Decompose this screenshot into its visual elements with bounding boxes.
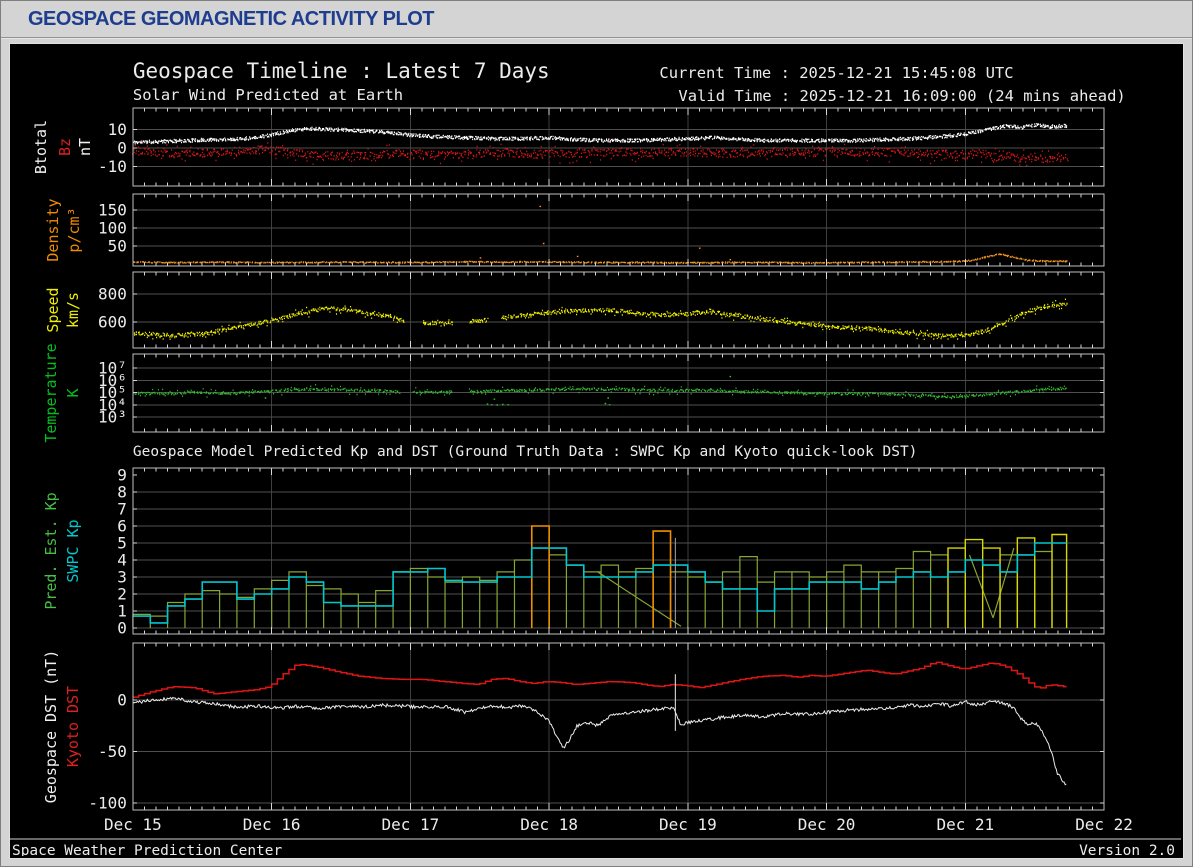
magnetic-field-panel-ytick-label: 0 (117, 138, 127, 157)
window-titlebar: GEOSPACE GEOMAGNETIC ACTIVITY PLOT (1, 1, 1192, 39)
speed-panel-ytick-label: 800 (98, 284, 127, 303)
plot-title: Geospace Timeline : Latest 7 Days (133, 59, 550, 83)
magnetic-field-panel-axis-label: Bz (56, 138, 74, 156)
density-panel-axis-label: Density (44, 198, 62, 261)
density-panel-day-gridlines (272, 195, 966, 265)
x-tick-label-dec-21: Dec 21 (936, 815, 994, 834)
speed-panel-ytick-label: 600 (98, 312, 127, 331)
dst-panel-frame (133, 643, 1104, 810)
x-tick-label-dec-17: Dec 17 (382, 815, 440, 834)
temperature-panel-gridlines (134, 368, 1103, 417)
dst-panel-ytick-label: 0 (117, 690, 127, 709)
dst-panel-day-gridlines (272, 644, 966, 809)
geospace-activity-plot: 100-10BtotalBznT15010050Densityp/cm³8006… (10, 44, 1181, 856)
speed-panel-day-gridlines (272, 273, 966, 347)
speed-series (134, 299, 1068, 339)
kp-panel-axis-label: Pred. Est. Kp (42, 492, 60, 609)
x-tick-label-dec-19: Dec 19 (659, 815, 717, 834)
plot-render-root: 100-10BtotalBznT15010050Densityp/cm³8006… (10, 108, 1181, 839)
x-tick-label-dec-16: Dec 16 (243, 815, 301, 834)
magnetic-field-panel-ytick-label: 10 (108, 120, 127, 139)
temperature-series (132, 377, 1066, 405)
density-panel-frame (133, 194, 1104, 266)
btotal-series (133, 124, 1067, 144)
dst-panel-axis-label: Geospace DST (nT) (42, 650, 60, 803)
magnetic-field-panel-day-gridlines (272, 109, 966, 185)
x-tick-label-dec-18: Dec 18 (520, 815, 578, 834)
x-tick-label-dec-20: Dec 20 (798, 815, 856, 834)
kyoto_dst-series (133, 662, 1067, 697)
page: GEOSPACE GEOMAGNETIC ACTIVITY PLOT 100-1… (0, 0, 1193, 867)
dst-panel-ticks (133, 643, 1104, 810)
footer-version-label: Version 2.0 (1079, 843, 1175, 856)
plot-frame: 100-10BtotalBznT15010050Densityp/cm³8006… (9, 43, 1184, 859)
density-panel-axis-label: p/cm³ (65, 207, 83, 252)
kp-panel-axis-label: SWPC Kp (64, 519, 82, 582)
magnetic-field-panel-axis-label: nT (76, 138, 94, 156)
density-series (133, 206, 1068, 263)
dst-panel-ytick-label: -50 (98, 742, 127, 761)
kp-panel-ytick-label: 0 (117, 618, 127, 637)
current-time-label: Current Time : 2025-12-21 15:45:08 UTC (659, 64, 1013, 82)
temperature-panel-axis-label: Temperature (42, 343, 60, 442)
valid-time-label: Valid Time : 2025-12-21 16:09:00 (24 min… (678, 87, 1125, 105)
speed-panel-frame (133, 272, 1104, 348)
magnetic-field-panel-axis-label: Btotal (32, 120, 50, 174)
speed-panel-axis-label: Speed (44, 287, 62, 332)
speed-panel-ticks (133, 272, 1104, 348)
dst-panel-axis-label: Kyoto DST (64, 686, 82, 767)
solar-wind-subtitle: Solar Wind Predicted at Earth (133, 86, 403, 104)
footer-org-label: Space Weather Prediction Center (12, 843, 282, 856)
dst-panel-ytick-label: -100 (88, 793, 126, 812)
density-panel-ticks (133, 194, 1104, 266)
bz-series (132, 142, 1069, 165)
x-tick-label-dec-22: Dec 22 (1075, 815, 1133, 834)
density-panel-ytick-label: 100 (98, 218, 127, 237)
kp-dst-section-title: Geospace Model Predicted Kp and DST (Gro… (133, 444, 918, 460)
x-tick-label-dec-15: Dec 15 (104, 815, 162, 834)
dst-panel-gridlines (134, 700, 1103, 803)
speed-panel-axis-label: km/s (64, 292, 82, 328)
geospace_dst-series (133, 674, 1066, 784)
density-panel-ytick-label: 50 (108, 236, 127, 255)
pred_kp-warn-segments (948, 535, 1067, 629)
magnetic-field-panel-ytick-label: -10 (98, 157, 127, 176)
density-panel-gridlines (134, 210, 1103, 246)
temperature-panel-ytick-label: 10³ (98, 407, 127, 426)
page-title: GEOSPACE GEOMAGNETIC ACTIVITY PLOT (28, 8, 434, 31)
density-panel-ytick-label: 150 (98, 200, 127, 219)
temperature-panel-axis-label: K (64, 388, 82, 397)
